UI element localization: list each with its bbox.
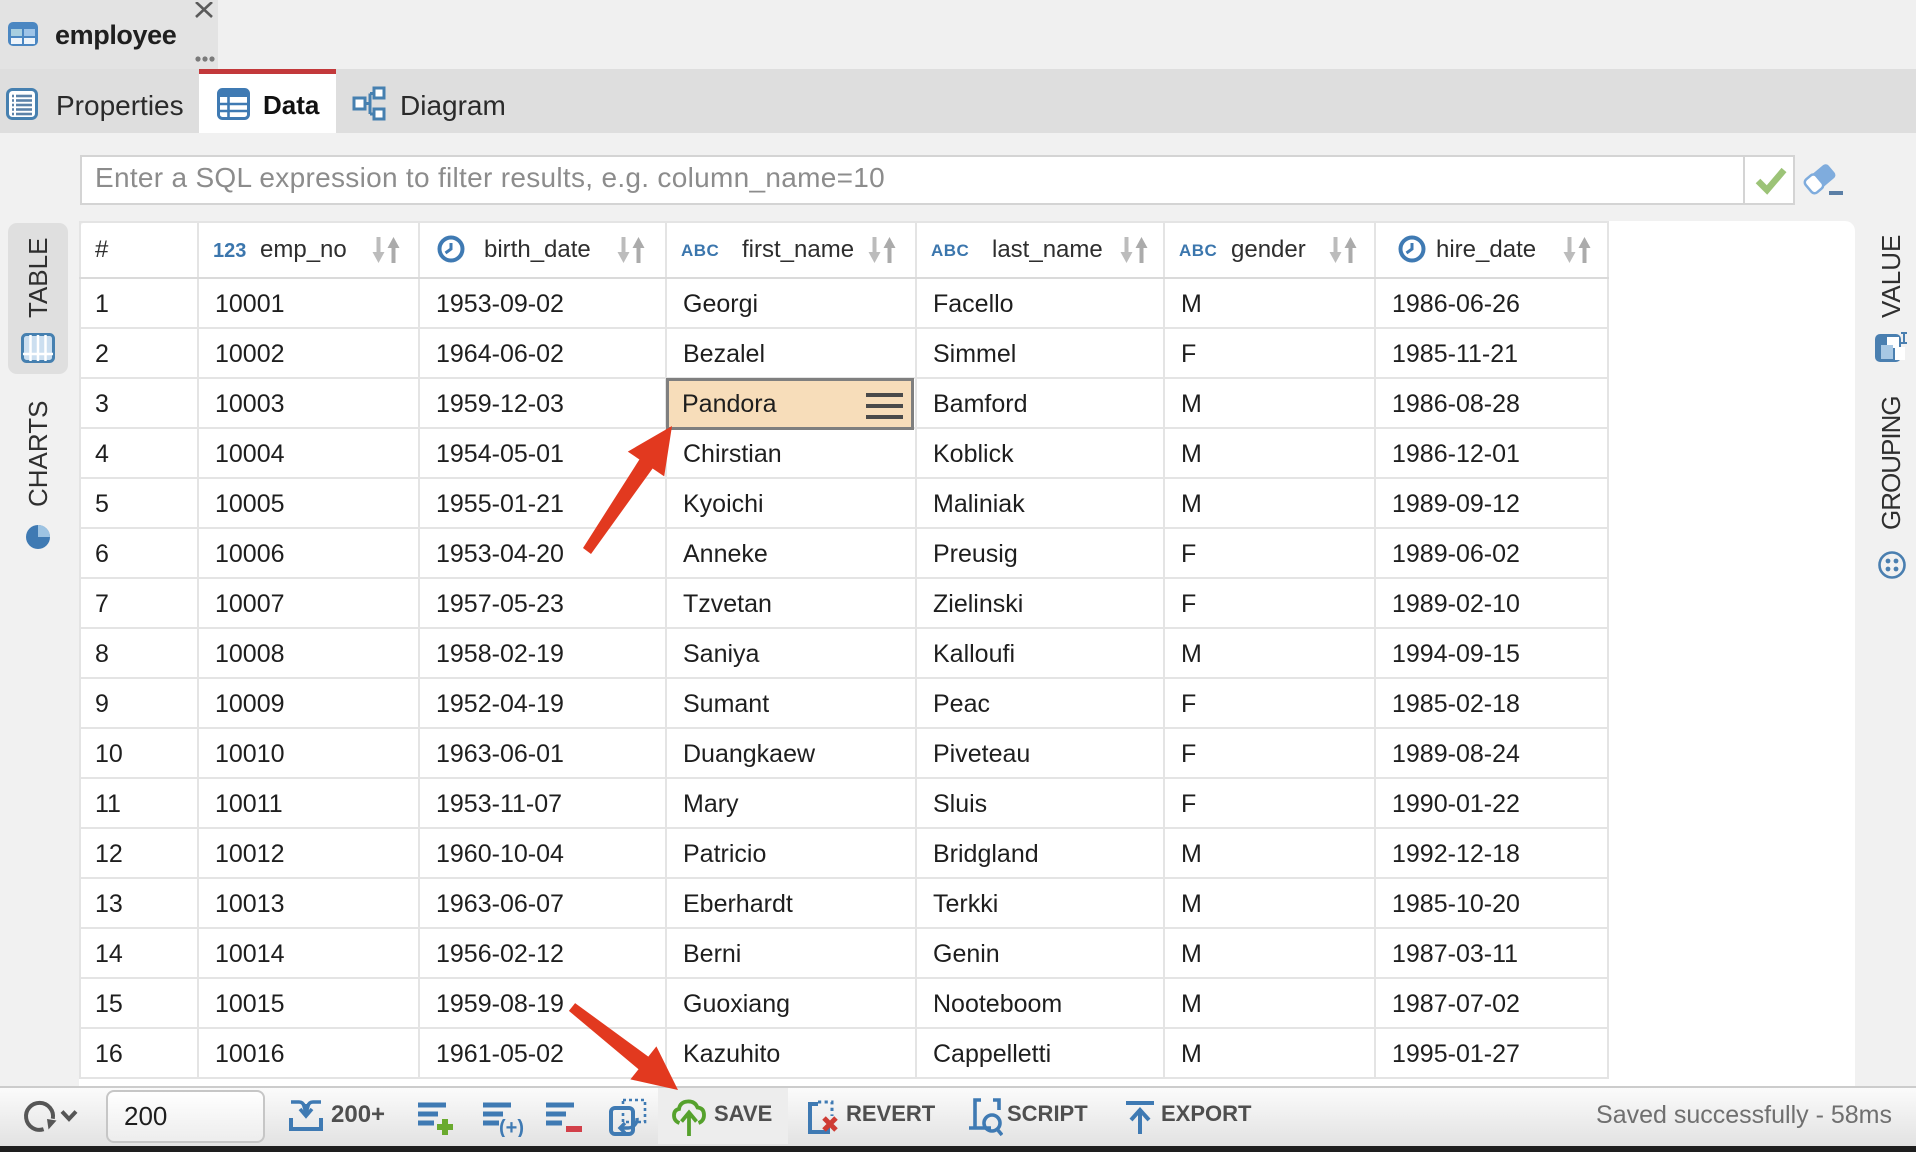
svg-text:(+): (+) [499,1117,524,1137]
